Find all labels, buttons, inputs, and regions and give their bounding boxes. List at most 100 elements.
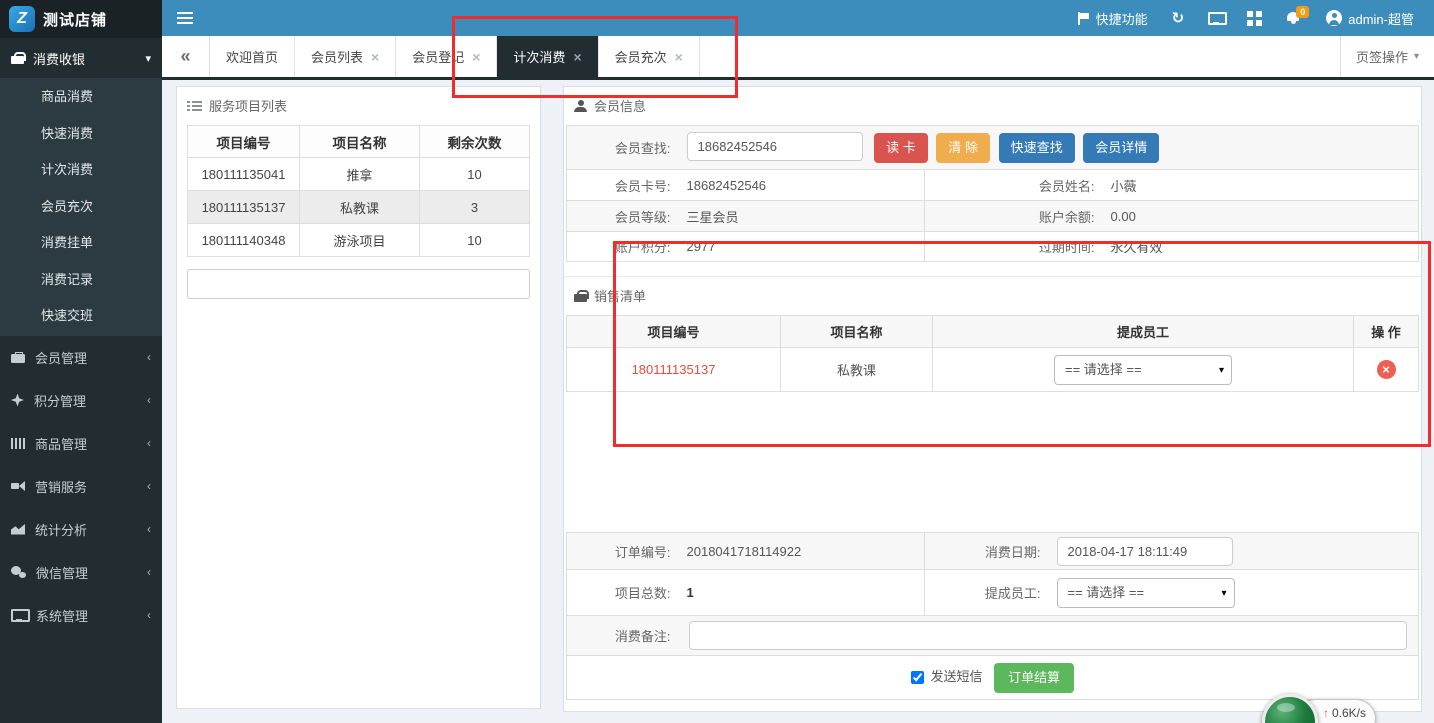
store-name: 测试店铺	[43, 9, 107, 30]
sidebar-item-member-recharge-times[interactable]: 会员充次	[0, 189, 162, 226]
sales-row: 180111135137 私教课 == 请选择 == ▾ ×	[567, 348, 1419, 392]
sidebar-item-wechat-mgmt[interactable]: 微信管理 ‹	[0, 551, 162, 594]
service-items-panel: 服务项目列表 项目编号 项目名称 剩余次数 180111135041 推拿 10…	[176, 86, 541, 709]
username-label: admin-超管	[1348, 9, 1414, 28]
consume-panel: 会员信息 会员查找: 读 卡 清 除 快速查找 会员详情 会员卡号: 18682…	[563, 86, 1422, 712]
shopping-bag-icon	[574, 290, 587, 302]
sidebar-group-label: 商品管理	[35, 434, 87, 453]
sidebar-item-goods-mgmt[interactable]: 商品管理 ‹	[0, 422, 162, 465]
member-info-table: 会员查找: 读 卡 清 除 快速查找 会员详情 会员卡号: 1868245254…	[566, 125, 1419, 262]
tab-operations-label: 页签操作	[1356, 47, 1408, 66]
sidebar-item-consume-records[interactable]: 消费记录	[0, 262, 162, 299]
sidebar-item-quick-consume[interactable]: 快速消费	[0, 116, 162, 153]
tab-member-list[interactable]: 会员列表 ×	[295, 36, 396, 77]
sidebar-item-quick-shift[interactable]: 快速交班	[0, 298, 162, 335]
user-menu-button[interactable]: admin-超管	[1314, 0, 1426, 36]
remark-input[interactable]	[689, 621, 1407, 650]
balance-label: 账户余额:	[925, 201, 1103, 232]
sidebar-group-label: 统计分析	[35, 520, 87, 539]
sidebar-item-member-mgmt[interactable]: 会员管理 ‹	[0, 336, 162, 379]
barcode-scan-input[interactable]	[187, 269, 530, 299]
close-icon[interactable]: ×	[573, 49, 581, 65]
close-icon[interactable]: ×	[371, 49, 379, 65]
table-row[interactable]: 180111135041 推拿 10	[188, 158, 530, 191]
consume-date-input[interactable]	[1057, 537, 1233, 566]
tab-label: 会员充次	[615, 47, 667, 66]
tab-label: 欢迎首页	[226, 47, 278, 66]
points-label: 账户积分:	[567, 232, 679, 262]
sidebar-item-system-mgmt[interactable]: 系统管理 ‹	[0, 594, 162, 637]
item-name: 私教课	[300, 191, 420, 224]
remark-label: 消费备注:	[567, 616, 679, 656]
column-header: 项目编号	[188, 126, 300, 158]
sidebar-item-consume-pending[interactable]: 消费挂单	[0, 225, 162, 262]
quick-functions-button[interactable]: 快捷功能	[1066, 0, 1160, 36]
column-header: 操 作	[1354, 316, 1419, 348]
user-icon	[1326, 10, 1342, 26]
order-summary-table: 订单编号: 2018041718114922 消费日期: 项目总数: 1 提成员…	[566, 532, 1419, 700]
shopping-bag-icon	[11, 52, 24, 64]
item-code: 180111135041	[188, 158, 300, 191]
points-value: 2977	[679, 232, 925, 262]
tab-label: 会员登记	[412, 47, 464, 66]
send-sms-label: 发送短信	[930, 669, 982, 684]
member-search-input[interactable]	[687, 132, 863, 161]
brand: Z 测试店铺	[0, 0, 162, 38]
notifications-button[interactable]: 0	[1274, 0, 1314, 36]
order-staff-select[interactable]: == 请选择 == ▾	[1057, 578, 1235, 608]
item-remaining: 10	[420, 158, 530, 191]
tab-count-consume[interactable]: 计次消费 ×	[497, 36, 598, 77]
delete-row-button[interactable]: ×	[1377, 360, 1396, 379]
column-header: 剩余次数	[420, 126, 530, 158]
settle-order-button[interactable]: 订单结算	[994, 663, 1074, 693]
sidebar-group-label: 微信管理	[36, 563, 88, 582]
sidebar-item-consume-cashier[interactable]: 消费收银 ▾	[0, 38, 162, 78]
fullscreen-button[interactable]	[1196, 0, 1235, 36]
megaphone-icon	[11, 481, 25, 492]
top-navbar: 快捷功能 ↻ 0 admin-超管	[162, 0, 1434, 36]
hamburger-menu-button[interactable]	[162, 0, 208, 36]
sidebar-item-goods-consume[interactable]: 商品消费	[0, 79, 162, 116]
member-level-label: 会员等级:	[567, 201, 679, 232]
tabs-scroll-left-button[interactable]: «	[162, 36, 210, 77]
column-header: 项目编号	[567, 316, 781, 348]
upload-arrow-icon: ↑	[1323, 706, 1329, 720]
briefcase-icon	[11, 352, 25, 363]
sidebar-group-label: 营销服务	[35, 477, 87, 496]
send-sms-checkbox[interactable]	[911, 671, 924, 684]
read-card-button[interactable]: 读 卡	[874, 133, 928, 163]
tab-welcome[interactable]: 欢迎首页	[210, 36, 295, 77]
order-no-value: 2018041718114922	[679, 533, 925, 570]
tab-member-register[interactable]: 会员登记 ×	[396, 36, 497, 77]
qr-code-button[interactable]	[1235, 0, 1274, 36]
item-name: 游泳项目	[300, 224, 420, 257]
caret-down-icon: ▾	[1414, 51, 1419, 62]
list-icon	[187, 100, 202, 112]
person-icon	[574, 100, 587, 112]
member-detail-button[interactable]: 会员详情	[1083, 133, 1159, 163]
close-icon[interactable]: ×	[675, 49, 683, 65]
tab-operations-dropdown[interactable]: 页签操作 ▾	[1340, 36, 1434, 77]
close-icon[interactable]: ×	[472, 49, 480, 65]
refresh-button[interactable]: ↻	[1160, 0, 1197, 36]
caret-down-icon: ▾	[1219, 365, 1224, 376]
sidebar: Z 测试店铺 消费收银 ▾ 商品消费 快速消费 计次消费 会员充次 消费挂单 消…	[0, 0, 162, 723]
table-row-selected[interactable]: 180111135137 私教课 3	[188, 191, 530, 224]
sidebar-item-statistics[interactable]: 统计分析 ‹	[0, 508, 162, 551]
spacer	[564, 392, 1421, 532]
clear-button[interactable]: 清 除	[936, 133, 990, 163]
commission-staff-select[interactable]: == 请选择 == ▾	[1054, 355, 1232, 385]
quick-search-button[interactable]: 快速查找	[999, 133, 1075, 163]
sidebar-item-points-mgmt[interactable]: 积分管理 ‹	[0, 379, 162, 422]
sidebar-group-label: 消费收银	[33, 49, 85, 68]
table-row[interactable]: 180111140348 游泳项目 10	[188, 224, 530, 257]
sidebar-item-count-consume[interactable]: 计次消费	[0, 152, 162, 189]
item-count-label: 项目总数:	[567, 570, 679, 616]
sidebar-item-marketing[interactable]: 营销服务 ‹	[0, 465, 162, 508]
column-header: 项目名称	[300, 126, 420, 158]
sales-list-table: 项目编号 项目名称 提成员工 操 作 180111135137 私教课 == 请…	[566, 315, 1419, 392]
member-name-label: 会员姓名:	[925, 170, 1103, 201]
refresh-icon: ↻	[1172, 11, 1185, 26]
tab-member-recharge-times[interactable]: 会员充次 ×	[599, 36, 700, 77]
chevron-left-icon: ‹	[147, 393, 151, 407]
